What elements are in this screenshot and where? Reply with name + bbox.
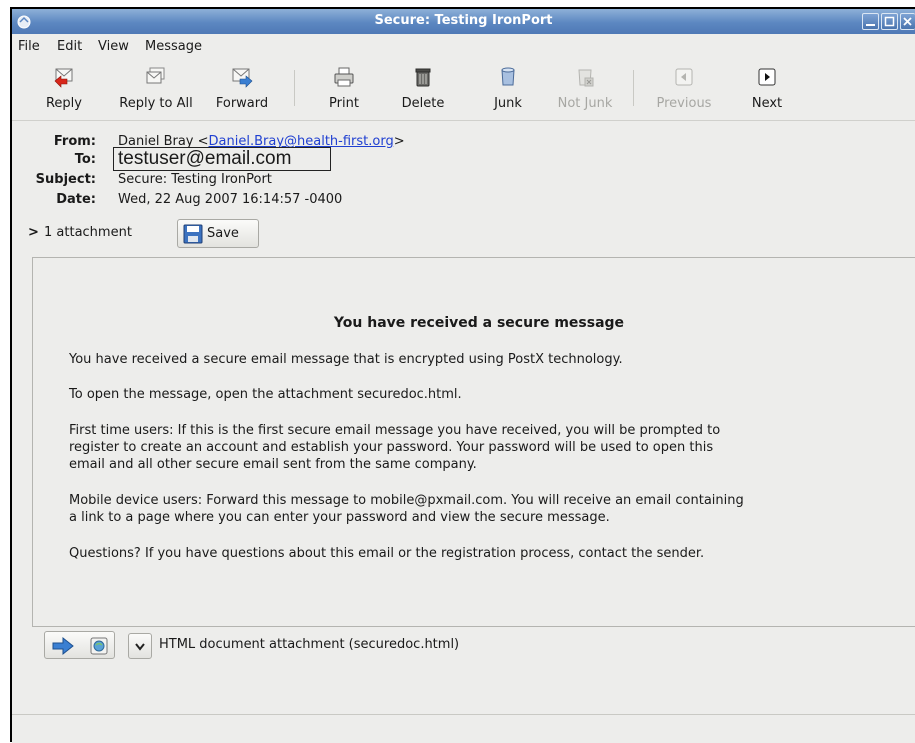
not-junk-icon [578,69,594,87]
print-icon [334,67,354,87]
junk-icon [501,67,515,86]
date-value: Wed, 22 Aug 2007 16:14:57 -0400 [118,192,343,207]
menu-edit[interactable]: Edit [57,39,82,54]
maximize-button[interactable] [881,13,898,30]
arrow-right-icon [52,636,74,656]
message-paragraph: email and all other secure email sent fr… [69,457,477,472]
save-attachment-button[interactable]: Save [177,219,259,248]
next-label: Next [751,96,783,111]
title-bar[interactable]: Secure: Testing IronPort [12,9,915,34]
delete-label: Delete [401,96,445,111]
reply-button[interactable]: Reply [36,60,92,118]
message-paragraph: You have received a secure email message… [69,352,623,367]
minimize-icon [866,24,875,26]
print-button[interactable]: Print [318,60,370,118]
next-button[interactable]: Next [748,60,786,118]
message-body: You have received a secure message You h… [32,257,915,627]
message-paragraph: Mobile device users: Forward this messag… [69,493,744,508]
maximize-icon [884,16,895,27]
print-label: Print [329,96,359,111]
delete-button[interactable]: Delete [392,60,454,118]
toolbar: Reply Reply to All Forward Print Delete … [12,60,915,121]
menu-bar: File Edit View Message [12,34,915,60]
date-label: Date: [56,192,96,207]
window-title: Secure: Testing IronPort [374,13,553,28]
message-paragraph: register to create an account and establ… [69,440,714,455]
forward-button[interactable]: Forward [205,60,279,118]
previous-icon [675,68,693,86]
attachments-expander[interactable]: > [28,225,39,240]
reply-all-button[interactable]: Reply to All [108,60,204,118]
reply-all-icon [146,67,165,84]
subject-value: Secure: Testing IronPort [118,172,272,187]
close-button[interactable] [900,13,915,30]
previous-label: Previous [656,96,712,111]
next-icon [758,68,776,86]
toolbar-separator [633,70,634,106]
to-recipient[interactable]: testuser@email.com [113,147,331,171]
message-paragraph: First time users: If this is the first s… [69,423,721,438]
junk-button[interactable]: Junk [484,60,532,118]
message-heading: You have received a secure message [333,315,625,331]
menu-file[interactable]: File [18,39,40,54]
reply-label: Reply [45,96,82,111]
attachment-menu-button[interactable] [128,633,152,659]
toolbar-separator [294,70,295,106]
to-label: To: [74,152,96,167]
chevron-down-icon [135,643,145,651]
minimize-button[interactable] [862,13,879,30]
reply-all-label: Reply to All [119,96,193,111]
close-icon [903,17,912,26]
menu-message[interactable]: Message [145,39,202,54]
not-junk-button[interactable]: Not Junk [550,60,620,118]
mail-window: Secure: Testing IronPort File Edit View … [10,7,915,743]
not-junk-label: Not Junk [557,96,613,111]
trash-icon [415,68,431,87]
from-close: > [393,134,405,149]
reply-icon [54,68,73,88]
subject-label: Subject: [35,172,96,187]
html-document-icon [90,637,108,655]
forward-label: Forward [215,96,269,111]
forward-icon [232,68,253,88]
message-paragraph: To open the message, open the attachment… [69,387,462,402]
floppy-disk-icon [183,224,203,244]
menu-view[interactable]: View [98,39,129,54]
attachment-description: HTML document attachment (securedoc.html… [159,637,460,652]
message-paragraph: Questions? If you have questions about t… [69,546,705,561]
status-bar [12,714,915,743]
attachment-count: 1 attachment [44,225,132,240]
open-attachment-button[interactable] [44,631,115,659]
previous-button[interactable]: Previous [644,60,724,118]
save-label: Save [207,226,239,241]
from-label: From: [53,134,96,149]
junk-label: Junk [494,96,522,111]
message-paragraph: a link to a page where you can enter you… [69,510,610,525]
